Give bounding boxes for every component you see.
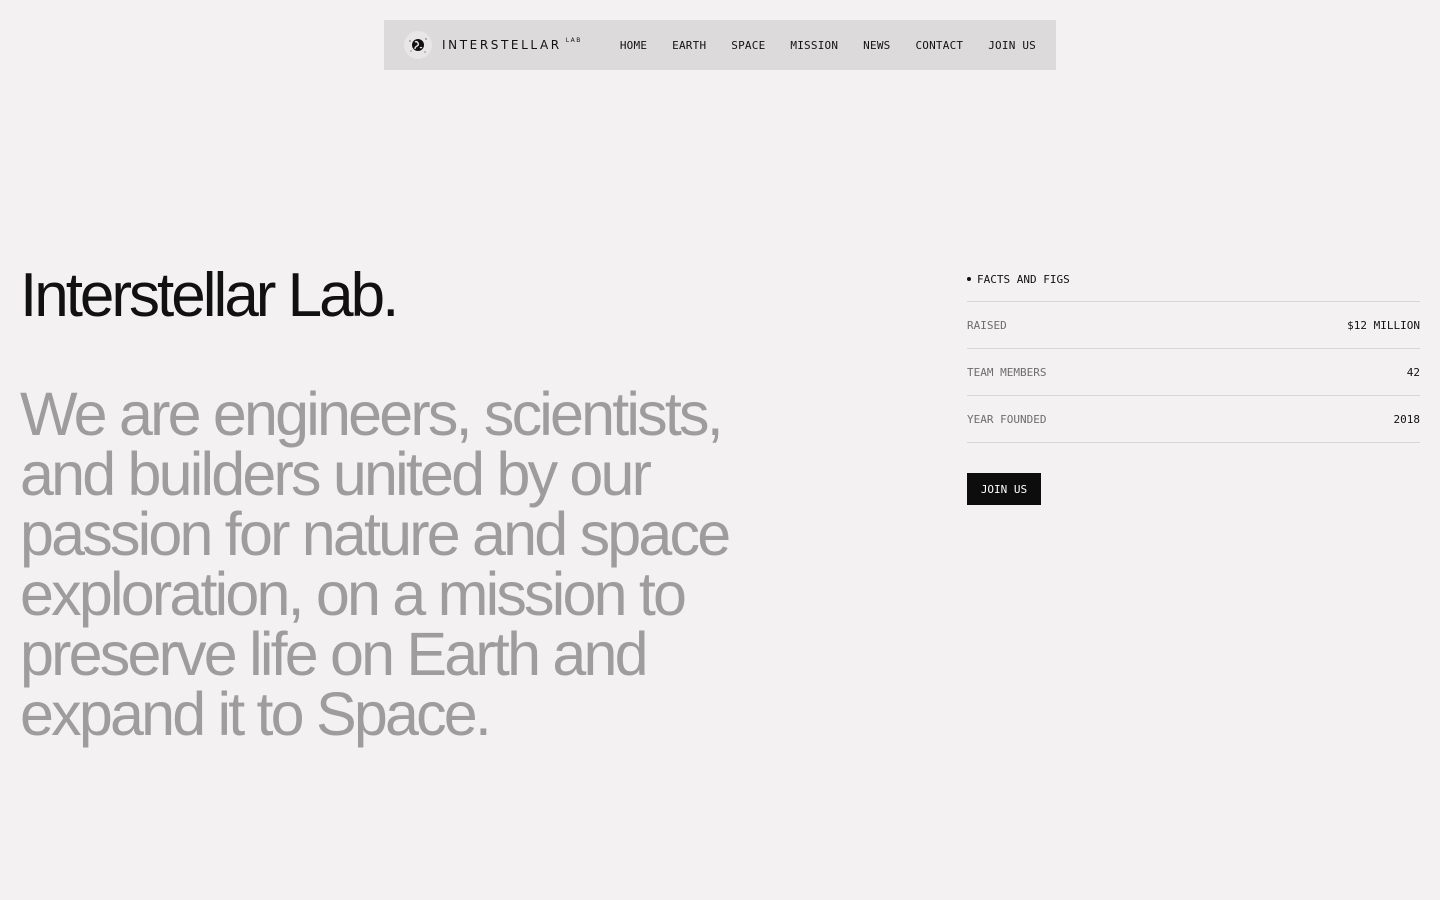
globe-icon bbox=[404, 31, 432, 59]
join-us-button[interactable]: JOIN US bbox=[967, 473, 1041, 505]
mission-statement: We are engineers, scientists, and builde… bbox=[20, 380, 731, 748]
bullet-icon bbox=[967, 277, 971, 281]
fact-value: 2018 bbox=[1393, 412, 1421, 426]
nav-link-home[interactable]: HOME bbox=[620, 39, 647, 52]
fact-label: RAISED bbox=[967, 318, 1007, 332]
facts-table: RAISED $12 MILLION TEAM MEMBERS 42 YEAR … bbox=[967, 301, 1420, 443]
nav-link-news[interactable]: NEWS bbox=[863, 39, 890, 52]
nav-link-contact[interactable]: CONTACT bbox=[915, 39, 963, 52]
fact-label: YEAR FOUNDED bbox=[967, 412, 1047, 426]
nav-links: HOME EARTH SPACE MISSION NEWS CONTACT JO… bbox=[620, 39, 1036, 52]
fact-row-raised: RAISED $12 MILLION bbox=[967, 302, 1420, 349]
nav-link-join-us[interactable]: JOIN US bbox=[988, 39, 1036, 52]
page-title: Interstellar Lab. bbox=[20, 261, 399, 330]
top-navigation: INTERSTELLAR LAB HOME EARTH SPACE MISSIO… bbox=[384, 20, 1056, 70]
fact-row-team-members: TEAM MEMBERS 42 bbox=[967, 349, 1420, 396]
brand-logo[interactable]: INTERSTELLAR LAB bbox=[404, 31, 582, 59]
brand-superscript: LAB bbox=[565, 36, 582, 44]
brand-name: INTERSTELLAR bbox=[442, 38, 562, 52]
nav-link-space[interactable]: SPACE bbox=[731, 39, 765, 52]
facts-heading: FACTS AND FIGS bbox=[967, 270, 1420, 288]
nav-link-mission[interactable]: MISSION bbox=[790, 39, 838, 52]
fact-value: 42 bbox=[1406, 365, 1420, 379]
facts-panel: FACTS AND FIGS RAISED $12 MILLION TEAM M… bbox=[967, 270, 1420, 505]
nav-link-earth[interactable]: EARTH bbox=[672, 39, 706, 52]
fact-row-year-founded: YEAR FOUNDED 2018 bbox=[967, 396, 1420, 443]
fact-value: $12 MILLION bbox=[1347, 318, 1420, 332]
fact-label: TEAM MEMBERS bbox=[967, 365, 1047, 379]
facts-heading-label: FACTS AND FIGS bbox=[977, 272, 1070, 286]
